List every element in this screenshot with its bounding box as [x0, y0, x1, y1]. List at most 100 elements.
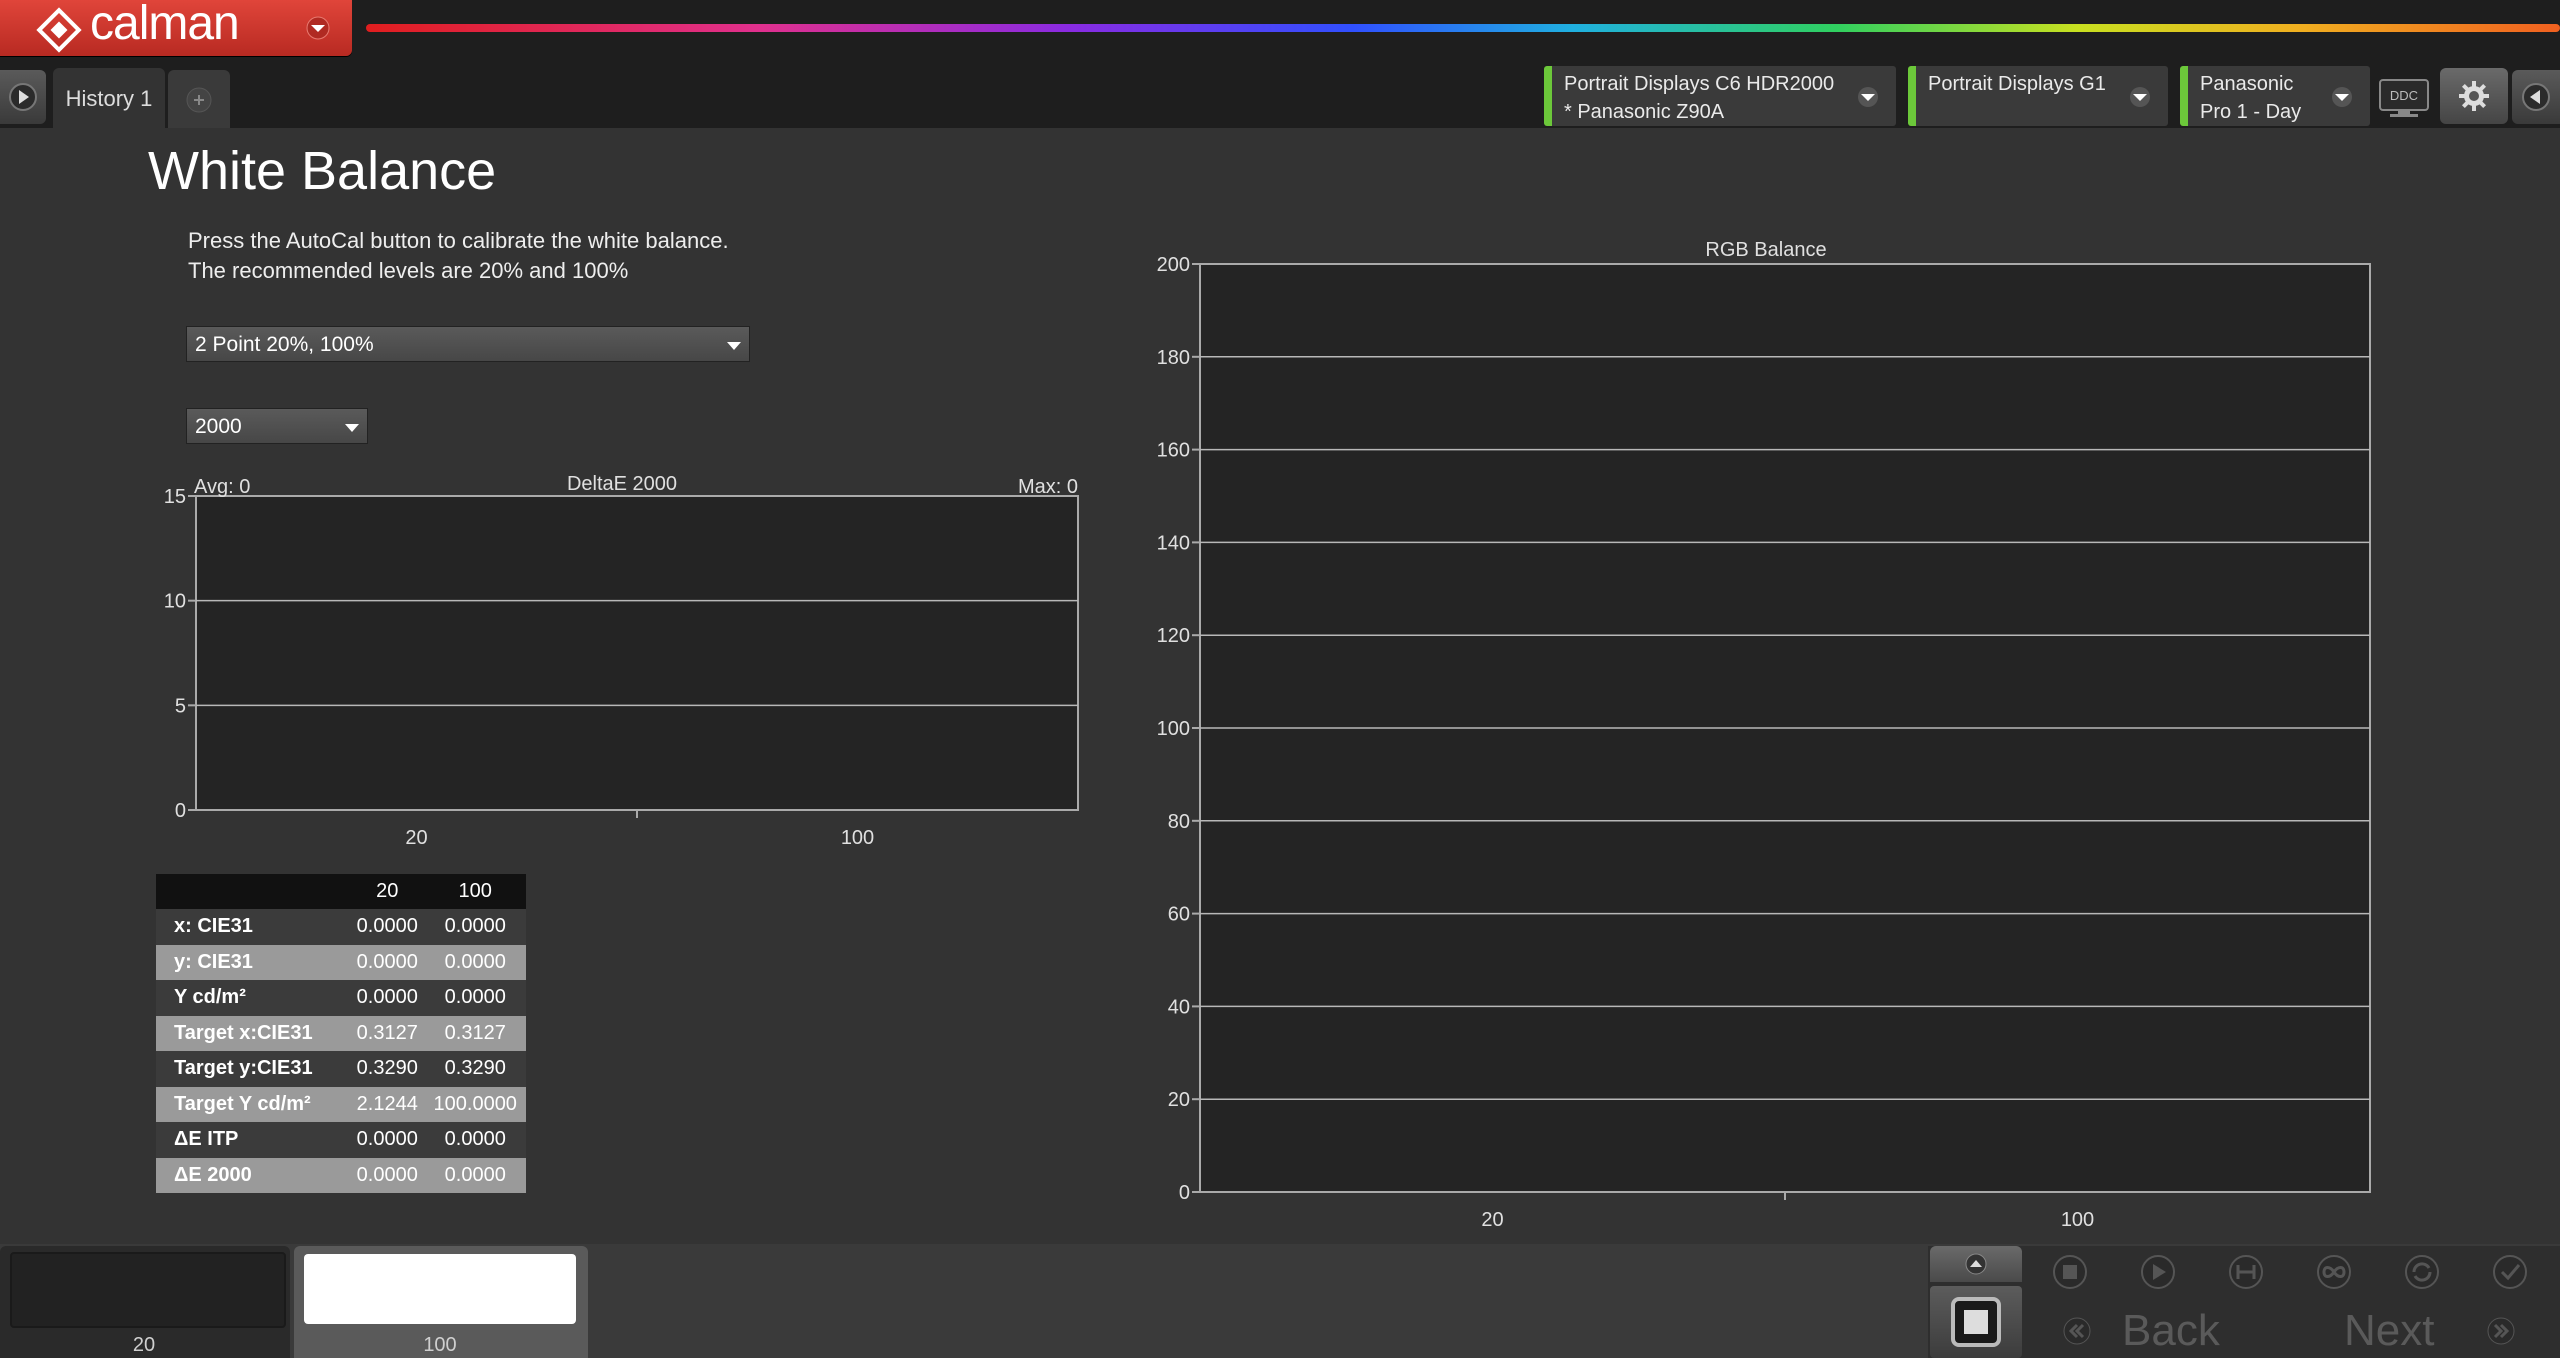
- dropdown-arrow-icon: [345, 424, 359, 432]
- calibration-points-value: 2 Point 20%, 100%: [195, 333, 374, 356]
- deltae-formula-select[interactable]: 2000: [186, 408, 368, 444]
- table-row-label: ΔE 2000: [174, 1163, 252, 1186]
- table-cell: 0.0000: [444, 915, 506, 938]
- rgb-chart-title: RGB Balance: [1705, 239, 1826, 261]
- deltae-avg-label: Avg: 0: [194, 476, 250, 498]
- stop-icon[interactable]: [2028, 1248, 2112, 1298]
- device-selector-source[interactable]: Portrait Displays G1: [1908, 66, 2168, 126]
- rgb-xtick-label: 20: [1481, 1209, 1503, 1226]
- next-label: Next: [2344, 1306, 2435, 1355]
- table-cell: 0.3127: [444, 1021, 506, 1044]
- device-meter-line2: * Panasonic Z90A: [1564, 101, 1725, 123]
- table-cell: 0.3290: [356, 1057, 418, 1080]
- table-row-label: Target Y cd/m²: [174, 1092, 311, 1115]
- instruction-line-2: The recommended levels are 20% and 100%: [188, 258, 629, 283]
- chevron-up-icon: [1965, 1253, 1987, 1275]
- rgb-ytick-label: 20: [1168, 1089, 1190, 1111]
- deltae-chart: 0 5 10 15 20 100 DeltaE 2000 Avg: 0 Max: 0: [164, 473, 1079, 849]
- table-cell: 0.0000: [356, 915, 418, 938]
- table-row: x: CIE31 0.0000 0.0000: [156, 909, 526, 945]
- play-left-icon: [2522, 83, 2550, 111]
- double-chevron-left-icon: [2063, 1317, 2091, 1345]
- chevron-down-icon: [2130, 87, 2150, 107]
- table-cell: 0.0000: [444, 1128, 506, 1151]
- settings-button[interactable]: [2440, 68, 2508, 124]
- stop-measure-button[interactable]: [1930, 1286, 2022, 1358]
- measurement-table: 20 100 x: CIE31 0.0000 0.0000 y: CIE31 0.000…: [156, 874, 526, 1193]
- rgb-xtick-label: 100: [2061, 1209, 2094, 1226]
- patch-20-swatch[interactable]: [10, 1252, 286, 1328]
- table-row: Target x:CIE31 0.3127 0.3127: [156, 1015, 526, 1051]
- chevron-down-icon: [306, 16, 330, 40]
- de-xtick-label: 100: [841, 827, 874, 849]
- table-row: y: CIE31 0.0000 0.0000: [156, 944, 526, 980]
- rgb-ytick-label: 40: [1168, 996, 1190, 1018]
- play-right-icon: [9, 83, 37, 111]
- device-meter-line1: Portrait Displays C6 HDR2000: [1564, 73, 1835, 95]
- device-selector-meter[interactable]: Portrait Displays C6 HDR2000 * Panasonic…: [1544, 66, 1896, 126]
- play-icon[interactable]: [2116, 1248, 2200, 1298]
- app-name: calman: [90, 0, 240, 50]
- dropdown-arrow-icon: [727, 342, 741, 350]
- table-cell: 0.0000: [356, 986, 418, 1009]
- table-row-label: Y cd/m²: [174, 986, 246, 1009]
- instruction-line-1: Press the AutoCal button to calibrate th…: [188, 228, 729, 253]
- rgb-ytick-label: 180: [1157, 347, 1190, 369]
- ddc-monitor-button[interactable]: DDC: [2376, 76, 2432, 120]
- tab-history-1[interactable]: History 1: [53, 68, 165, 128]
- collapse-left-button[interactable]: [0, 70, 46, 124]
- table-cell: 0.3127: [356, 1021, 418, 1044]
- collapse-right-button[interactable]: [2512, 70, 2560, 124]
- top-bar: [0, 0, 2560, 128]
- loop-icon[interactable]: [2292, 1248, 2376, 1298]
- ddc-label: DDC: [2390, 88, 2418, 103]
- calibration-points-select[interactable]: 2 Point 20%, 100%: [186, 326, 750, 362]
- rgb-ytick-label: 120: [1157, 625, 1190, 647]
- deltae-max-label: Max: 0: [1018, 476, 1078, 498]
- table-cell: 0.0000: [444, 986, 506, 1009]
- expand-panel-button[interactable]: [1930, 1246, 2022, 1282]
- calman-menu-button[interactable]: calman: [0, 0, 352, 56]
- deltae-formula-value: 2000: [195, 415, 242, 438]
- de-ytick-label: 5: [175, 695, 186, 717]
- patch-20-label: 20: [132, 1334, 156, 1356]
- table-row-label: ΔE ITP: [174, 1128, 239, 1151]
- table-header-col: 20: [350, 874, 425, 909]
- table-row-label: Target x:CIE31: [174, 1021, 313, 1044]
- next-button[interactable]: Next: [2300, 1302, 2560, 1358]
- table-header-label: [156, 874, 350, 909]
- table-row-label: Target y:CIE31: [174, 1057, 313, 1080]
- table-header-col: 100: [424, 874, 526, 909]
- rgb-ytick-label: 160: [1157, 440, 1190, 462]
- table-row: Y cd/m² 0.0000 0.0000: [156, 980, 526, 1016]
- rgb-ytick-label: 200: [1157, 254, 1190, 276]
- table-cell: 0.3290: [444, 1057, 506, 1080]
- gear-icon: [2459, 81, 2489, 111]
- table-row-label: y: CIE31: [174, 950, 253, 973]
- table-cell: 0.0000: [444, 950, 506, 973]
- rgb-balance-chart: 0 20 40 60 80 100 120 140 160 180 200 20 100 RGB Ba…: [1157, 239, 2371, 1226]
- patch-100-label: 100: [423, 1334, 457, 1356]
- de-ytick-label: 15: [164, 486, 186, 508]
- rgb-ytick-label: 60: [1168, 904, 1190, 926]
- device-selector-display[interactable]: Panasonic Pro 1 - Day: [2180, 66, 2370, 126]
- rainbow-progress-bar: [366, 24, 2560, 32]
- table-row: Target y:CIE31 0.3290 0.3290: [156, 1051, 526, 1087]
- refresh-icon[interactable]: [2380, 1248, 2464, 1298]
- table-row: Target Y cd/m² 2.1244 100.0000: [156, 1086, 526, 1122]
- add-tab-button[interactable]: [168, 70, 230, 128]
- calman-logo-icon: [36, 7, 82, 53]
- chevron-down-icon: [2332, 87, 2352, 107]
- deltae-chart-title: DeltaE 2000: [567, 473, 677, 495]
- back-button[interactable]: Back: [2030, 1302, 2290, 1358]
- page-title: White Balance: [148, 141, 497, 201]
- table-cell: 0.0000: [356, 1163, 418, 1186]
- patch-100-swatch[interactable]: [304, 1254, 576, 1324]
- rgb-ytick-label: 140: [1157, 532, 1190, 554]
- continuous-measure-icon[interactable]: [2204, 1248, 2288, 1298]
- rgb-ytick-label: 80: [1168, 811, 1190, 833]
- chevron-down-icon: [1858, 87, 1878, 107]
- double-chevron-right-icon: [2487, 1317, 2515, 1345]
- stop-icon: [1951, 1297, 2001, 1347]
- checkmark-icon[interactable]: [2468, 1248, 2552, 1298]
